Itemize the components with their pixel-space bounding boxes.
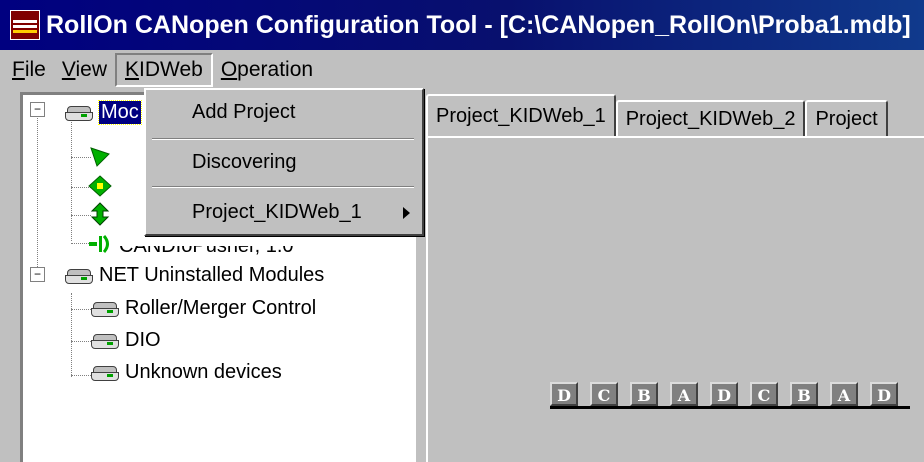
kidweb-dropdown: Add Project Discovering Project_KIDWeb_1 — [144, 88, 424, 236]
project-panel: Project_KIDWeb_1 Project_KIDWeb_2 Projec… — [426, 92, 924, 462]
module-rack-icon — [89, 328, 119, 352]
menu-separator — [152, 186, 414, 188]
tree-node-device[interactable] — [87, 141, 119, 171]
tree-node-label: Roller/Merger Control — [125, 296, 317, 319]
conveyor-cell[interactable]: B — [790, 382, 818, 406]
menu-add-project[interactable]: Add Project — [146, 94, 422, 130]
tree-node-uninstalled[interactable]: NET Uninstalled Modules — [63, 260, 324, 290]
tree-line — [71, 119, 72, 241]
tree-node-device[interactable] — [87, 199, 119, 229]
tree-node-unknown-devices[interactable]: Unknown devices — [89, 357, 282, 387]
green-device-icon — [89, 235, 109, 253]
menu-separator — [152, 138, 414, 140]
menu-kidweb[interactable]: KIDWeb — [115, 53, 213, 87]
project-tabs: Project_KIDWeb_1 Project_KIDWeb_2 Projec… — [426, 92, 924, 136]
conveyor-cell[interactable]: D — [710, 382, 738, 406]
tree-line — [71, 293, 72, 377]
module-rack-icon — [63, 263, 93, 287]
main-window: RollOn CANopen Configuration Tool - [C:\… — [0, 0, 924, 462]
title-bar[interactable]: RollOn CANopen Configuration Tool - [C:\… — [0, 0, 924, 50]
conveyor-cell[interactable]: B — [630, 382, 658, 406]
conveyor-cell[interactable]: A — [670, 382, 698, 406]
window-title: RollOn CANopen Configuration Tool - [C:\… — [46, 10, 911, 39]
tree-node-label: Moc — [98, 99, 142, 125]
tab-project-kidweb-1[interactable]: Project_KIDWeb_1 — [426, 94, 616, 136]
menu-operation[interactable]: Operation — [213, 53, 321, 87]
green-device-icon — [90, 147, 110, 167]
left-edge — [0, 92, 20, 462]
menu-bar: File View KIDWeb Operation — [0, 50, 924, 90]
module-rack-icon — [89, 360, 119, 384]
submenu-arrow-icon — [403, 207, 410, 219]
conveyor-cell[interactable]: D — [550, 382, 578, 406]
conveyor-cell[interactable]: A — [830, 382, 858, 406]
app-icon[interactable] — [10, 10, 40, 40]
tree-node-label: Unknown devices — [125, 360, 282, 383]
tree-node-device[interactable] — [87, 171, 119, 201]
tree-line — [71, 375, 91, 376]
menu-file[interactable]: File — [4, 53, 54, 87]
collapse-toggle[interactable]: − — [30, 102, 45, 117]
conveyor-cell[interactable]: C — [750, 382, 778, 406]
tab-project-kidweb-2[interactable]: Project_KIDWeb_2 — [615, 100, 806, 136]
tree-line — [37, 109, 38, 275]
conveyor-cell[interactable]: D — [870, 382, 898, 406]
tree-node-roller-merger[interactable]: Roller/Merger Control — [89, 293, 316, 323]
submenu-label: Project_KIDWeb_1 — [192, 201, 362, 223]
conveyor-cell[interactable]: C — [590, 382, 618, 406]
tree-node-dio[interactable]: DIO — [89, 325, 161, 355]
green-device-icon — [88, 175, 112, 197]
menu-project-kidweb-1[interactable]: Project_KIDWeb_1 — [146, 194, 422, 230]
tree-node-label: CANDIoPusher, 1.0 — [119, 234, 294, 257]
tab-project-partial[interactable]: Project — [805, 100, 888, 136]
module-rack-icon — [63, 100, 93, 124]
tree-node-label: NET Uninstalled Modules — [99, 263, 325, 286]
green-device-icon — [90, 202, 110, 226]
conveyor-strip[interactable]: DCBADCBAD — [550, 382, 924, 414]
tree-node-root[interactable]: Moc — [63, 97, 142, 127]
menu-discovering[interactable]: Discovering — [146, 144, 422, 180]
menu-view[interactable]: View — [54, 53, 115, 87]
tree-node-label: DIO — [125, 328, 161, 351]
tree-line — [71, 341, 91, 342]
module-rack-icon — [89, 296, 119, 320]
conveyor-rail — [550, 406, 910, 409]
tree-line — [71, 309, 91, 310]
collapse-toggle[interactable]: − — [30, 267, 45, 282]
